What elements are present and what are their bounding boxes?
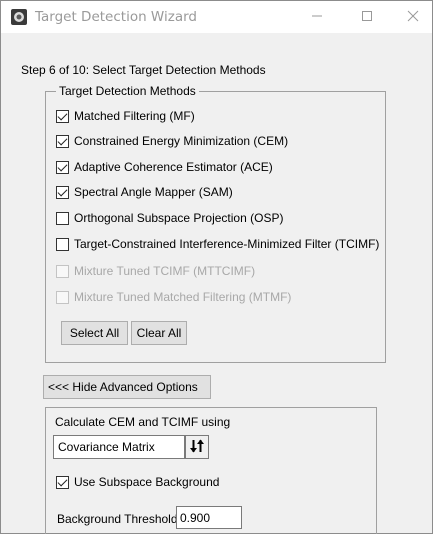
hide-advanced-options-button[interactable]: <<< Hide Advanced Options [43, 375, 211, 399]
maximize-icon [361, 10, 373, 25]
background-threshold-value: 0.900 [180, 510, 211, 525]
checkbox-label: Mixture Tuned Matched Filtering (MTMF) [74, 290, 292, 304]
method-checkbox-cem[interactable]: Constrained Energy Minimization (CEM) [56, 133, 288, 149]
title-bar: Target Detection Wizard [1, 1, 432, 33]
wizard-window: Target Detection Wizard Step 6 of 10: Se… [0, 0, 433, 534]
checkbox-label: Constrained Energy Minimization (CEM) [74, 134, 289, 148]
methods-legend: Target Detection Methods [56, 84, 199, 98]
checkbox [56, 290, 69, 304]
clear-all-button[interactable]: Clear All [131, 321, 187, 345]
checkbox-label: Spectral Angle Mapper (SAM) [74, 185, 233, 199]
checkbox-label: Mixture Tuned TCIMF (MTTCIMF) [74, 264, 256, 278]
close-icon [407, 10, 419, 25]
minimize-button[interactable] [294, 1, 340, 33]
background-threshold-label: Background Threshold [57, 512, 178, 526]
covariance-select-value: Covariance Matrix [58, 440, 155, 454]
checkbox[interactable] [56, 185, 69, 199]
covariance-select[interactable]: Covariance Matrix [53, 435, 185, 459]
method-checkbox-ace[interactable]: Adaptive Coherence Estimator (ACE) [56, 159, 273, 175]
wizard-app-icon [10, 8, 28, 26]
checkbox-label: Orthogonal Subspace Projection (OSP) [74, 211, 284, 225]
method-checkbox-mttcimf: Mixture Tuned TCIMF (MTTCIMF) [56, 263, 255, 279]
close-button[interactable] [390, 1, 433, 33]
sort-toggle-button[interactable] [185, 435, 209, 459]
method-checkbox-tcimf[interactable]: Target-Constrained Interference-Minimize… [56, 236, 379, 252]
checkbox-label: Target-Constrained Interference-Minimize… [74, 237, 380, 251]
minimize-icon [311, 10, 323, 25]
checkbox[interactable] [56, 109, 69, 123]
checkbox[interactable] [56, 160, 69, 174]
checkbox[interactable] [56, 134, 69, 148]
method-checkbox-mf[interactable]: Matched Filtering (MF) [56, 108, 195, 124]
checkbox-label: Matched Filtering (MF) [74, 109, 195, 123]
cem-options-title: Calculate CEM and TCIMF using [55, 415, 231, 429]
method-checkbox-mtmf: Mixture Tuned Matched Filtering (MTMF) [56, 289, 291, 305]
use-subspace-background-checkbox[interactable]: Use Subspace Background [56, 474, 219, 490]
checkbox [56, 264, 69, 278]
step-label: Step 6 of 10: Select Target Detection Me… [21, 63, 266, 77]
maximize-button[interactable] [344, 1, 390, 33]
checkbox[interactable] [56, 211, 69, 225]
checkbox-label: Use Subspace Background [74, 475, 220, 489]
checkbox-label: Adaptive Coherence Estimator (ACE) [74, 160, 273, 174]
select-all-button[interactable]: Select All [61, 321, 128, 345]
method-checkbox-osp[interactable]: Orthogonal Subspace Projection (OSP) [56, 210, 283, 226]
window-title: Target Detection Wizard [35, 9, 197, 25]
checkbox[interactable] [56, 237, 69, 251]
sort-arrows-icon [189, 439, 205, 456]
method-checkbox-sam[interactable]: Spectral Angle Mapper (SAM) [56, 184, 233, 200]
background-threshold-input[interactable]: 0.900 [176, 506, 242, 529]
checkbox[interactable] [56, 475, 69, 489]
